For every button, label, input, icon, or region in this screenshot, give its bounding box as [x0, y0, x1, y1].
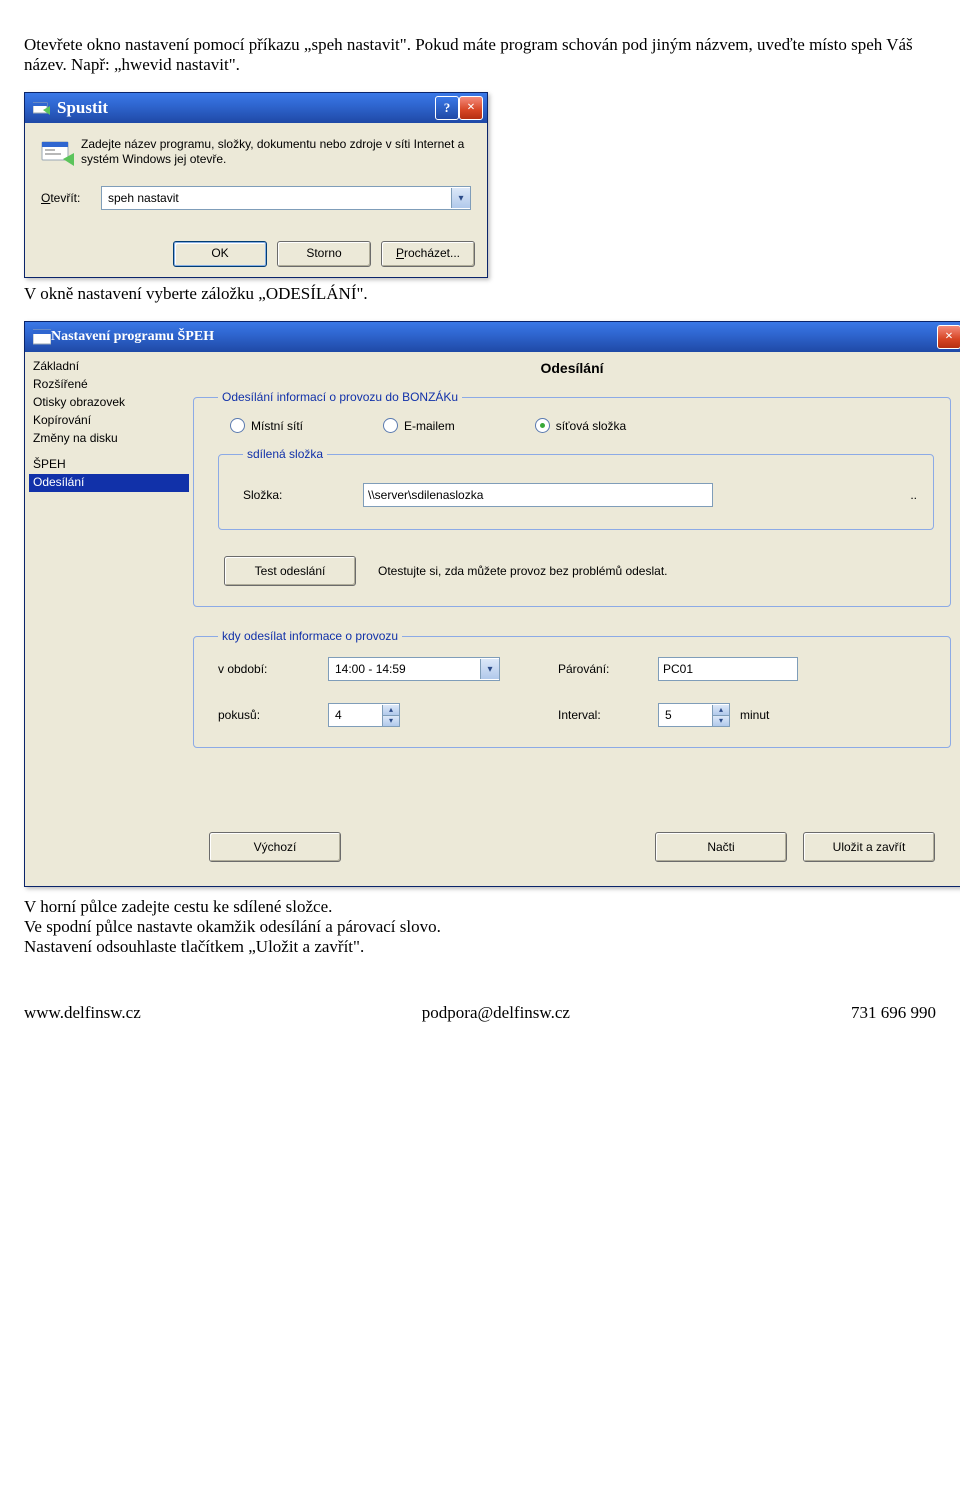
- group-send-method: Odesílání informací o provozu do BONZÁKu…: [193, 390, 951, 607]
- run-title-text: Spustit: [57, 98, 108, 118]
- settings-main: Odesílání Odesílání informací o provozu …: [189, 352, 960, 886]
- interval-label: Interval:: [528, 708, 658, 722]
- tries-spinner[interactable]: 4 ▴▾: [328, 703, 400, 727]
- radio-local-label: Místní sítí: [251, 419, 303, 433]
- radio-email[interactable]: E-mailem: [383, 418, 455, 433]
- load-button[interactable]: Načti: [655, 832, 787, 862]
- close-button[interactable]: ×: [937, 325, 960, 349]
- pairing-label: Párování:: [528, 662, 658, 676]
- open-input[interactable]: [106, 187, 451, 209]
- save-close-button[interactable]: Uložit a zavřít: [803, 832, 935, 862]
- radio-network-share[interactable]: síťová složka: [535, 418, 627, 433]
- chevron-down-icon[interactable]: ▾: [480, 659, 499, 679]
- settings-titlebar[interactable]: Nastavení programu ŠPEH ×: [25, 322, 960, 352]
- open-combobox[interactable]: ▾: [101, 186, 471, 210]
- run-icon: [33, 100, 51, 116]
- chevron-down-icon[interactable]: ▾: [713, 716, 729, 726]
- page-title: Odesílání: [193, 360, 951, 376]
- footer-center: podpora@delfinsw.cz: [422, 1003, 570, 1023]
- chevron-up-icon[interactable]: ▴: [383, 705, 399, 716]
- interval-spinner[interactable]: 5 ▴▾: [658, 703, 730, 727]
- browse-button[interactable]: Procházet...: [381, 241, 475, 267]
- cancel-button[interactable]: Storno: [277, 241, 371, 267]
- radio-local-network[interactable]: Místní sítí: [230, 418, 303, 433]
- sidebar-item-zakladni[interactable]: Základní: [29, 358, 189, 376]
- browse-folder-button[interactable]: ..: [910, 488, 917, 502]
- period-label: v období:: [218, 662, 328, 676]
- test-send-button[interactable]: Test odeslání: [224, 556, 356, 586]
- radio-email-label: E-mailem: [404, 419, 455, 433]
- test-description: Otestujte si, zda můžete provoz bez prob…: [378, 564, 667, 578]
- sidebar: Základní Rozšířené Otisky obrazovek Kopí…: [25, 352, 189, 886]
- settings-dialog: Nastavení programu ŠPEH × Základní Rozší…: [24, 321, 960, 887]
- pairing-input[interactable]: PC01: [658, 657, 798, 681]
- paragraph-4: Ve spodní půlce nastavte okamžik odesílá…: [24, 917, 936, 937]
- default-button[interactable]: Výchozí: [209, 832, 341, 862]
- group-shared-folder-legend: sdílená složka: [243, 447, 327, 461]
- sidebar-item-zmeny[interactable]: Změny na disku: [29, 430, 189, 448]
- paragraph-1: Otevřete okno nastavení pomocí příkazu „…: [24, 35, 936, 75]
- footer-left: www.delfinsw.cz: [24, 1003, 141, 1023]
- run-dialog: Spustit ? × Zadejte název programu, slož…: [24, 92, 488, 278]
- paragraph-3: V horní půlce zadejte cestu ke sdílené s…: [24, 897, 936, 917]
- chevron-down-icon[interactable]: ▾: [451, 188, 470, 208]
- sidebar-item-kopirovani[interactable]: Kopírování: [29, 412, 189, 430]
- help-button[interactable]: ?: [435, 96, 459, 120]
- minutes-label: minut: [740, 708, 769, 722]
- ok-button[interactable]: OK: [173, 241, 267, 267]
- chevron-up-icon[interactable]: ▴: [713, 705, 729, 716]
- close-button[interactable]: ×: [459, 96, 483, 120]
- sidebar-item-otisky[interactable]: Otisky obrazovek: [29, 394, 189, 412]
- run-description: Zadejte název programu, složky, dokument…: [81, 137, 471, 170]
- run-titlebar[interactable]: Spustit ? ×: [25, 93, 487, 123]
- settings-title-text: Nastavení programu ŠPEH: [51, 329, 214, 345]
- page-footer: www.delfinsw.cz podpora@delfinsw.cz 731 …: [24, 1003, 936, 1023]
- group-when-to-send-legend: kdy odesílat informace o provozu: [218, 629, 402, 643]
- run-app-icon: [41, 137, 81, 170]
- settings-app-icon: [33, 329, 51, 345]
- group-send-method-legend: Odesílání informací o provozu do BONZÁKu: [218, 390, 462, 404]
- folder-label: Složka:: [243, 488, 363, 502]
- open-label: Otevřít:: [41, 191, 101, 205]
- paragraph-5: Nastavení odsouhlaste tlačítkem „Uložit …: [24, 937, 936, 957]
- sidebar-item-speh[interactable]: ŠPEH: [29, 456, 189, 474]
- chevron-down-icon[interactable]: ▾: [383, 716, 399, 726]
- folder-input[interactable]: \\server\sdilenaslozka: [363, 483, 713, 507]
- footer-right: 731 696 990: [851, 1003, 936, 1023]
- group-when-to-send: kdy odesílat informace o provozu v obdob…: [193, 629, 951, 748]
- group-shared-folder: sdílená složka Složka: \\server\sdilenas…: [218, 447, 934, 530]
- radio-share-label: síťová složka: [556, 419, 627, 433]
- tries-label: pokusů:: [218, 708, 328, 722]
- sidebar-item-rozsirene[interactable]: Rozšířené: [29, 376, 189, 394]
- sidebar-item-odesilani[interactable]: Odesílání: [29, 474, 189, 492]
- paragraph-2: V okně nastavení vyberte záložku „ODESÍL…: [24, 284, 936, 304]
- period-combobox[interactable]: 14:00 - 14:59 ▾: [328, 657, 500, 681]
